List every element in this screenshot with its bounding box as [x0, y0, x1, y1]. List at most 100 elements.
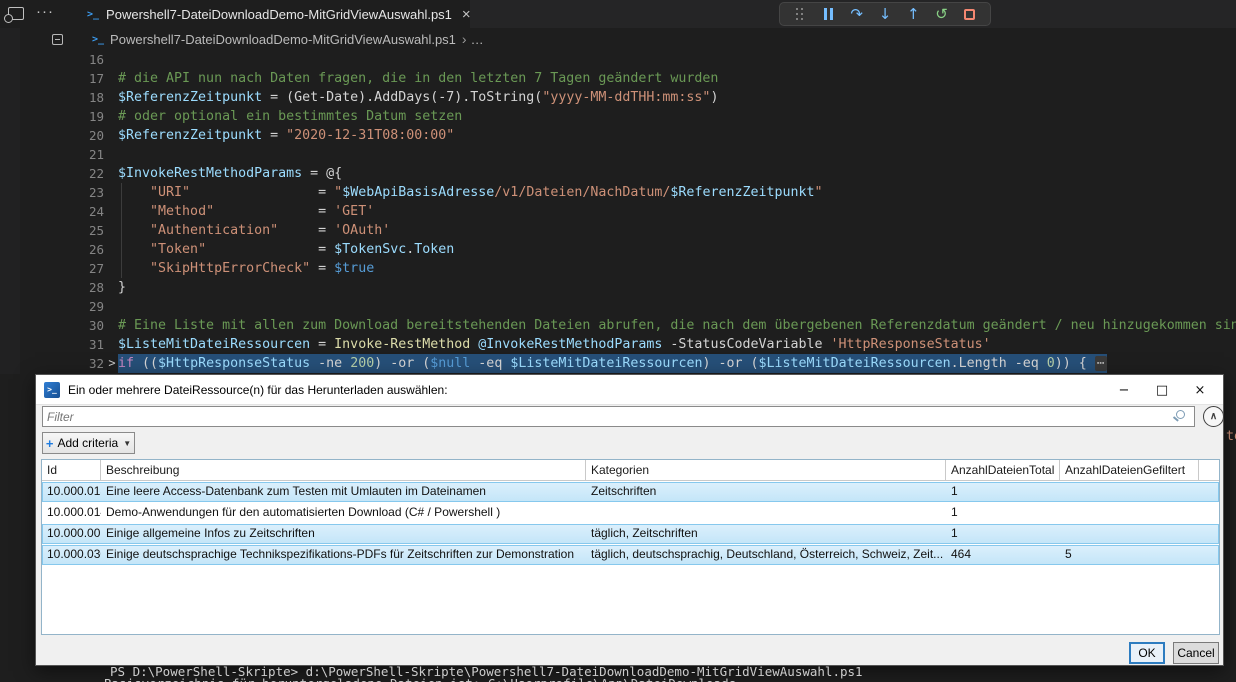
plus-icon: +	[46, 436, 54, 451]
tab-label: Powershell7-DateiDownloadDemo-MitGridVie…	[106, 7, 452, 22]
close-button[interactable]: ×	[1181, 375, 1219, 405]
breadcrumb: >_ Powershell7-DateiDownloadDemo-MitGrid…	[0, 28, 1236, 50]
column-header-id[interactable]: Id	[42, 460, 101, 480]
line-number[interactable]: 23	[0, 183, 104, 202]
cell-kategorien: Zeitschriften	[586, 482, 946, 502]
column-header-beschreibung[interactable]: Beschreibung	[101, 460, 586, 480]
more-actions-icon[interactable]: ···	[36, 3, 54, 20]
powershell-app-icon: >_	[44, 382, 60, 398]
minimize-button[interactable]: −	[1105, 375, 1143, 405]
chevron-down-icon: ▼	[123, 439, 131, 448]
line-number[interactable]: 32	[0, 354, 104, 373]
table-row[interactable]: 10.000.014Demo-Anwendungen für den autom…	[42, 503, 1219, 523]
step-over-icon: ↷	[850, 5, 863, 23]
line-number[interactable]: 26	[0, 240, 104, 259]
add-criteria-button[interactable]: + Add criteria ▼	[42, 432, 135, 454]
column-header-anzahldateiengefiltert[interactable]: AnzahlDateienGefiltert	[1060, 460, 1199, 480]
code-line-29[interactable]: 29	[0, 297, 1236, 316]
breadcrumb-more[interactable]: …	[471, 32, 484, 47]
code-line-20[interactable]: 20 $ReferenzZeitpunkt = "2020-12-31T08:00…	[0, 126, 1236, 145]
line-number[interactable]: 25	[0, 221, 104, 240]
out-gridview-dialog: >_ Ein oder mehrere DateiRessource(n) fü…	[35, 374, 1224, 666]
column-header-kategorien[interactable]: Kategorien	[586, 460, 946, 480]
powershell-file-icon: >_	[92, 34, 104, 45]
table-row[interactable]: 10.000.030Einige deutschsprachige Techni…	[42, 545, 1219, 565]
open-editors-icon[interactable]	[52, 34, 63, 45]
code-line-25[interactable]: 25 "Authentication" = 'OAuth'	[0, 221, 1236, 240]
ok-button[interactable]: OK	[1129, 642, 1165, 664]
line-number[interactable]: 29	[0, 297, 104, 316]
powershell-file-icon: >_	[87, 9, 99, 20]
cell-id: 10.000.013	[42, 482, 101, 502]
line-number[interactable]: 28	[0, 278, 104, 297]
editor-corner: ···	[0, 0, 78, 28]
line-number[interactable]: 22	[0, 164, 104, 183]
toolbar-drag-handle[interactable]	[789, 4, 811, 24]
breadcrumb-file[interactable]: Powershell7-DateiDownloadDemo-MitGridVie…	[110, 32, 456, 47]
code-text: # Eine Liste mit allen zum Download bere…	[118, 316, 1236, 335]
pause-icon	[824, 8, 833, 20]
code-line-31[interactable]: 31 $ListeMitDateiRessourcen = Invoke-Rest…	[0, 335, 1236, 354]
pause-button[interactable]	[817, 4, 839, 24]
maximize-button[interactable]: □	[1143, 375, 1181, 405]
code-line-28[interactable]: 28}	[0, 278, 1236, 297]
line-number[interactable]: 16	[0, 50, 104, 69]
step-into-icon: ↓	[879, 5, 892, 23]
line-number[interactable]: 24	[0, 202, 104, 221]
restart-icon: ↺	[935, 5, 948, 23]
stop-icon	[964, 9, 975, 20]
collapse-criteria-button[interactable]: ∧	[1203, 406, 1224, 427]
code-text: $ListeMitDateiRessourcen = Invoke-RestMe…	[118, 335, 991, 354]
code-text: $ReferenzZeitpunkt = (Get-Date).AddDays(…	[118, 88, 718, 107]
code-line-17[interactable]: 17# die API nun nach Daten fragen, die i…	[0, 69, 1236, 88]
indent-guide	[121, 183, 122, 278]
code-editor[interactable]: 1617# die API nun nach Daten fragen, die…	[0, 50, 1236, 373]
step-into-button[interactable]: ↓	[874, 4, 896, 24]
cancel-button[interactable]: Cancel	[1173, 642, 1219, 664]
code-line-30[interactable]: 30 # Eine Liste mit allen zum Download be…	[0, 316, 1236, 335]
cell-beschreibung: Einige allgemeine Infos zu Zeitschriften	[101, 524, 586, 544]
line-number[interactable]: 31	[0, 335, 104, 354]
cell-kategorien	[586, 503, 946, 523]
tab-close-icon[interactable]: ×	[462, 6, 471, 23]
restart-button[interactable]: ↺	[931, 4, 953, 24]
code-text: $ReferenzZeitpunkt = "2020-12-31T08:00:0…	[118, 126, 454, 145]
code-line-26[interactable]: 26 "Token" = $TokenSvc.Token	[0, 240, 1236, 259]
code-line-32[interactable]: 32>if (($HttpResponseStatus -ne 200) -or…	[0, 354, 1236, 373]
line-number[interactable]: 27	[0, 259, 104, 278]
code-line-22[interactable]: 22 $InvokeRestMethodParams = @{	[0, 164, 1236, 183]
code-text: }	[118, 278, 126, 297]
cell-anzahldateientotal: 464	[946, 545, 1060, 565]
column-header-anzahldateientotal[interactable]: AnzahlDateienTotal	[946, 460, 1060, 480]
code-line-23[interactable]: 23 "URI" = "$WebApiBasisAdresse/v1/Datei…	[0, 183, 1236, 202]
line-number[interactable]: 17	[0, 69, 104, 88]
line-number[interactable]: 21	[0, 145, 104, 164]
code-line-19[interactable]: 19# oder optional ein bestimmtes Datum s…	[0, 107, 1236, 126]
code-text: "Authentication" = 'OAuth'	[118, 221, 390, 240]
tab-powershell-file[interactable]: >_ Powershell7-DateiDownloadDemo-MitGrid…	[78, 0, 470, 28]
fold-chevron-icon[interactable]: >	[105, 354, 119, 373]
code-line-16[interactable]: 16	[0, 50, 1236, 69]
code-line-27[interactable]: 27 "SkipHttpErrorCheck" = $true	[0, 259, 1236, 278]
code-text: $InvokeRestMethodParams = @{	[118, 164, 342, 183]
window-controls: − □ ×	[1105, 375, 1219, 405]
cell-id: 10.000.030	[42, 545, 101, 565]
line-number[interactable]: 20	[0, 126, 104, 145]
filter-input[interactable]	[42, 406, 1195, 427]
step-out-button[interactable]: ↑	[902, 4, 924, 24]
table-row[interactable]: 10.000.013Eine leere Access-Datenbank zu…	[42, 482, 1219, 502]
step-over-button[interactable]: ↷	[846, 4, 868, 24]
line-number[interactable]: 18	[0, 88, 104, 107]
stop-button[interactable]	[959, 4, 981, 24]
table-row[interactable]: 10.000.007Einige allgemeine Infos zu Zei…	[42, 524, 1219, 544]
code-line-21[interactable]: 21	[0, 145, 1236, 164]
debug-window-icon[interactable]	[8, 7, 24, 20]
search-icon	[1176, 410, 1185, 419]
line-number[interactable]: 19	[0, 107, 104, 126]
dialog-title: Ein oder mehrere DateiRessource(n) für d…	[68, 383, 448, 397]
cell-beschreibung: Einige deutschsprachige Technikspezifika…	[101, 545, 586, 565]
code-line-24[interactable]: 24 "Method" = 'GET'	[0, 202, 1236, 221]
dialog-title-bar[interactable]: >_ Ein oder mehrere DateiRessource(n) fü…	[36, 375, 1223, 405]
line-number[interactable]: 30	[0, 316, 104, 335]
code-line-18[interactable]: 18 $ReferenzZeitpunkt = (Get-Date).AddDay…	[0, 88, 1236, 107]
